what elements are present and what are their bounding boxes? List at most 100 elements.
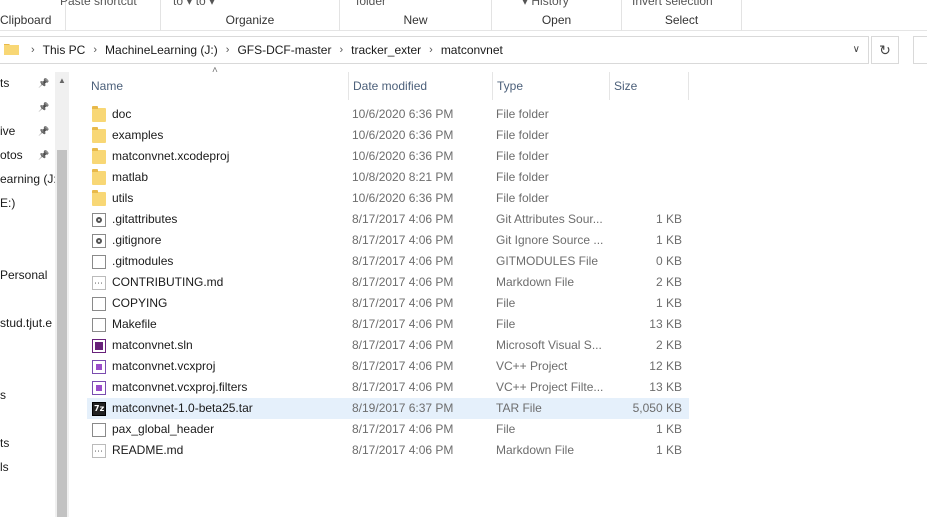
file-row[interactable]: .gitmodules 8/17/2017 4:06 PM GITMODULES F… — [87, 251, 689, 272]
file-row[interactable]: Makefile 8/17/2017 4:06 PM File 13 KB — [87, 314, 689, 335]
file-date: 8/17/2017 4:06 PM — [352, 422, 454, 436]
ribbon-group-label: Open — [541, 13, 572, 27]
file-size: 1 KB — [655, 296, 682, 310]
file-row[interactable]: doc 10/6/2020 6:36 PM File folder — [87, 104, 689, 125]
column-headers: ˄ Name Date modified Type Size — [69, 65, 927, 100]
file-name: Makefile — [112, 317, 157, 331]
address-bar[interactable]: › This PC › MachineLearning (J:) › GFS-DCF-ma… — [0, 36, 869, 64]
nav-item[interactable]: earning (J: — [0, 168, 55, 190]
nav-item[interactable] — [0, 336, 55, 358]
folder-icon — [4, 44, 19, 55]
nav-item[interactable]: 📌 — [0, 96, 55, 118]
breadcrumb-item[interactable]: MachineLearning (J:) — [102, 43, 221, 57]
pin-icon[interactable]: 📌 — [38, 120, 49, 142]
nav-item[interactable] — [0, 240, 55, 262]
file-date: 8/17/2017 4:06 PM — [352, 212, 454, 226]
nav-item[interactable]: ts — [0, 432, 55, 454]
nav-item[interactable] — [0, 360, 55, 382]
file-size: 13 KB — [649, 317, 682, 331]
column-header-type[interactable]: Type — [493, 72, 610, 100]
file-name: README.md — [112, 443, 184, 457]
nav-item-label: Personal — [0, 268, 48, 282]
pin-icon[interactable]: 📌 — [38, 144, 49, 166]
file-row[interactable]: matlab 10/8/2020 8:21 PM File folder — [87, 167, 689, 188]
folder-icon — [92, 148, 106, 164]
ribbon-history-button[interactable]: ▾ History — [522, 0, 569, 8]
nav-scrollbar[interactable]: ▲ — [55, 72, 69, 517]
ribbon-organize-buttons[interactable]: to ▾ to ▾ — [173, 0, 215, 8]
ribbon-group-clipboard: Paste shortcut Clipboard — [0, 0, 137, 31]
search-input[interactable] — [913, 36, 927, 64]
vcx-icon — [92, 360, 106, 374]
ribbon-new-folder-button[interactable]: folder — [356, 0, 386, 8]
nav-item[interactable] — [0, 216, 55, 238]
folder-icon — [92, 190, 106, 206]
file-name: CONTRIBUTING.md — [112, 275, 224, 289]
column-header-date[interactable]: Date modified — [349, 72, 493, 100]
column-header-size[interactable]: Size — [610, 72, 689, 100]
file-row[interactable]: matconvnet.vcxproj.filters 8/17/2017 4:06… — [87, 377, 689, 398]
file-name: examples — [112, 128, 164, 142]
nav-item[interactable]: Personal — [0, 264, 55, 286]
folder-icon — [92, 169, 106, 185]
nav-item[interactable]: E:) — [0, 192, 55, 214]
file-row[interactable]: utils 10/6/2020 6:36 PM File folder — [87, 188, 689, 209]
file-row[interactable]: matconvnet.sln 8/17/2017 4:06 PM Microsoft… — [87, 335, 689, 356]
nav-item[interactable]: ive 📌 — [0, 120, 55, 142]
nav-item[interactable]: otos 📌 — [0, 144, 55, 166]
column-header-name[interactable]: Name — [87, 72, 349, 100]
md-icon — [92, 273, 106, 294]
ribbon-invert-selection-button[interactable]: Invert selection — [632, 0, 713, 8]
file-row[interactable]: matconvnet.vcxproj 8/17/2017 4:06 PM VC++ … — [87, 356, 689, 377]
nav-item[interactable] — [0, 408, 55, 430]
file-name: COPYING — [112, 296, 168, 310]
chevron-down-icon[interactable]: ∨ — [853, 44, 860, 55]
refresh-button[interactable]: ↻ — [871, 36, 899, 64]
file-row[interactable]: matconvnet-1.0-beta25.tar 8/19/2017 6:37 … — [87, 398, 689, 419]
file-size: 1 KB — [655, 443, 682, 457]
file-row[interactable]: .gitignore 8/17/2017 4:06 PM Git Ignore So… — [87, 230, 689, 251]
file-row[interactable]: examples 10/6/2020 6:36 PM File folder — [87, 125, 689, 146]
ribbon-paste-shortcut[interactable]: Paste shortcut — [60, 0, 137, 8]
file-name: matlab — [112, 170, 149, 184]
vcx-icon — [92, 381, 106, 395]
scrollbar-thumb[interactable] — [57, 150, 67, 517]
file-row[interactable]: README.md 8/17/2017 4:06 PM Markdown File 1… — [87, 440, 689, 462]
file-type: Git Attributes Sour... — [496, 212, 603, 226]
breadcrumb-item[interactable]: matconvnet — [438, 43, 506, 57]
chevron-right-icon[interactable]: › — [26, 44, 40, 56]
file-row[interactable]: .gitattributes 8/17/2017 4:06 PM Git Attri… — [87, 209, 689, 230]
gear-icon — [92, 234, 106, 248]
nav-item[interactable]: stud.tjut.e — [0, 312, 55, 334]
pin-icon[interactable]: 📌 — [38, 72, 49, 94]
file-row[interactable]: CONTRIBUTING.md 8/17/2017 4:06 PM Markdown… — [87, 272, 689, 294]
nav-item[interactable]: ls — [0, 456, 55, 478]
breadcrumb-item[interactable]: GFS-DCF-master — [234, 43, 334, 57]
file-row[interactable]: pax_global_header 8/17/2017 4:06 PM File 1 … — [87, 419, 689, 440]
chevron-right-icon[interactable]: › — [88, 44, 102, 56]
nav-item[interactable] — [0, 288, 55, 310]
file-type: File — [496, 296, 516, 310]
file-name: matconvnet-1.0-beta25.tar — [112, 401, 253, 415]
chevron-right-icon[interactable]: › — [334, 44, 348, 56]
file-name: matconvnet.vcxproj — [112, 359, 216, 373]
file-size: 12 KB — [649, 359, 682, 373]
file-type: VC++ Project — [496, 359, 568, 373]
file-date: 8/17/2017 4:06 PM — [352, 317, 454, 331]
ribbon-group-label: Select — [664, 13, 699, 27]
file-type: File folder — [496, 170, 549, 184]
nav-item[interactable]: s — [0, 384, 55, 406]
nav-item-label: ive — [0, 124, 16, 138]
file-size: 1 KB — [655, 233, 682, 247]
scroll-up-icon[interactable]: ▲ — [55, 76, 69, 85]
chevron-right-icon[interactable]: › — [221, 44, 235, 56]
file-row[interactable]: matconvnet.xcodeproj 10/6/2020 6:36 PM Fil… — [87, 146, 689, 167]
file-size: 13 KB — [649, 380, 682, 394]
breadcrumb-item[interactable]: This PC — [40, 43, 89, 57]
file-size: 2 KB — [655, 275, 682, 289]
chevron-right-icon[interactable]: › — [424, 44, 438, 56]
pin-icon[interactable]: 📌 — [38, 96, 49, 118]
breadcrumb-item[interactable]: tracker_exter — [348, 43, 424, 57]
nav-item[interactable]: ts 📌 — [0, 72, 55, 94]
file-row[interactable]: COPYING 8/17/2017 4:06 PM File 1 KB — [87, 293, 689, 314]
